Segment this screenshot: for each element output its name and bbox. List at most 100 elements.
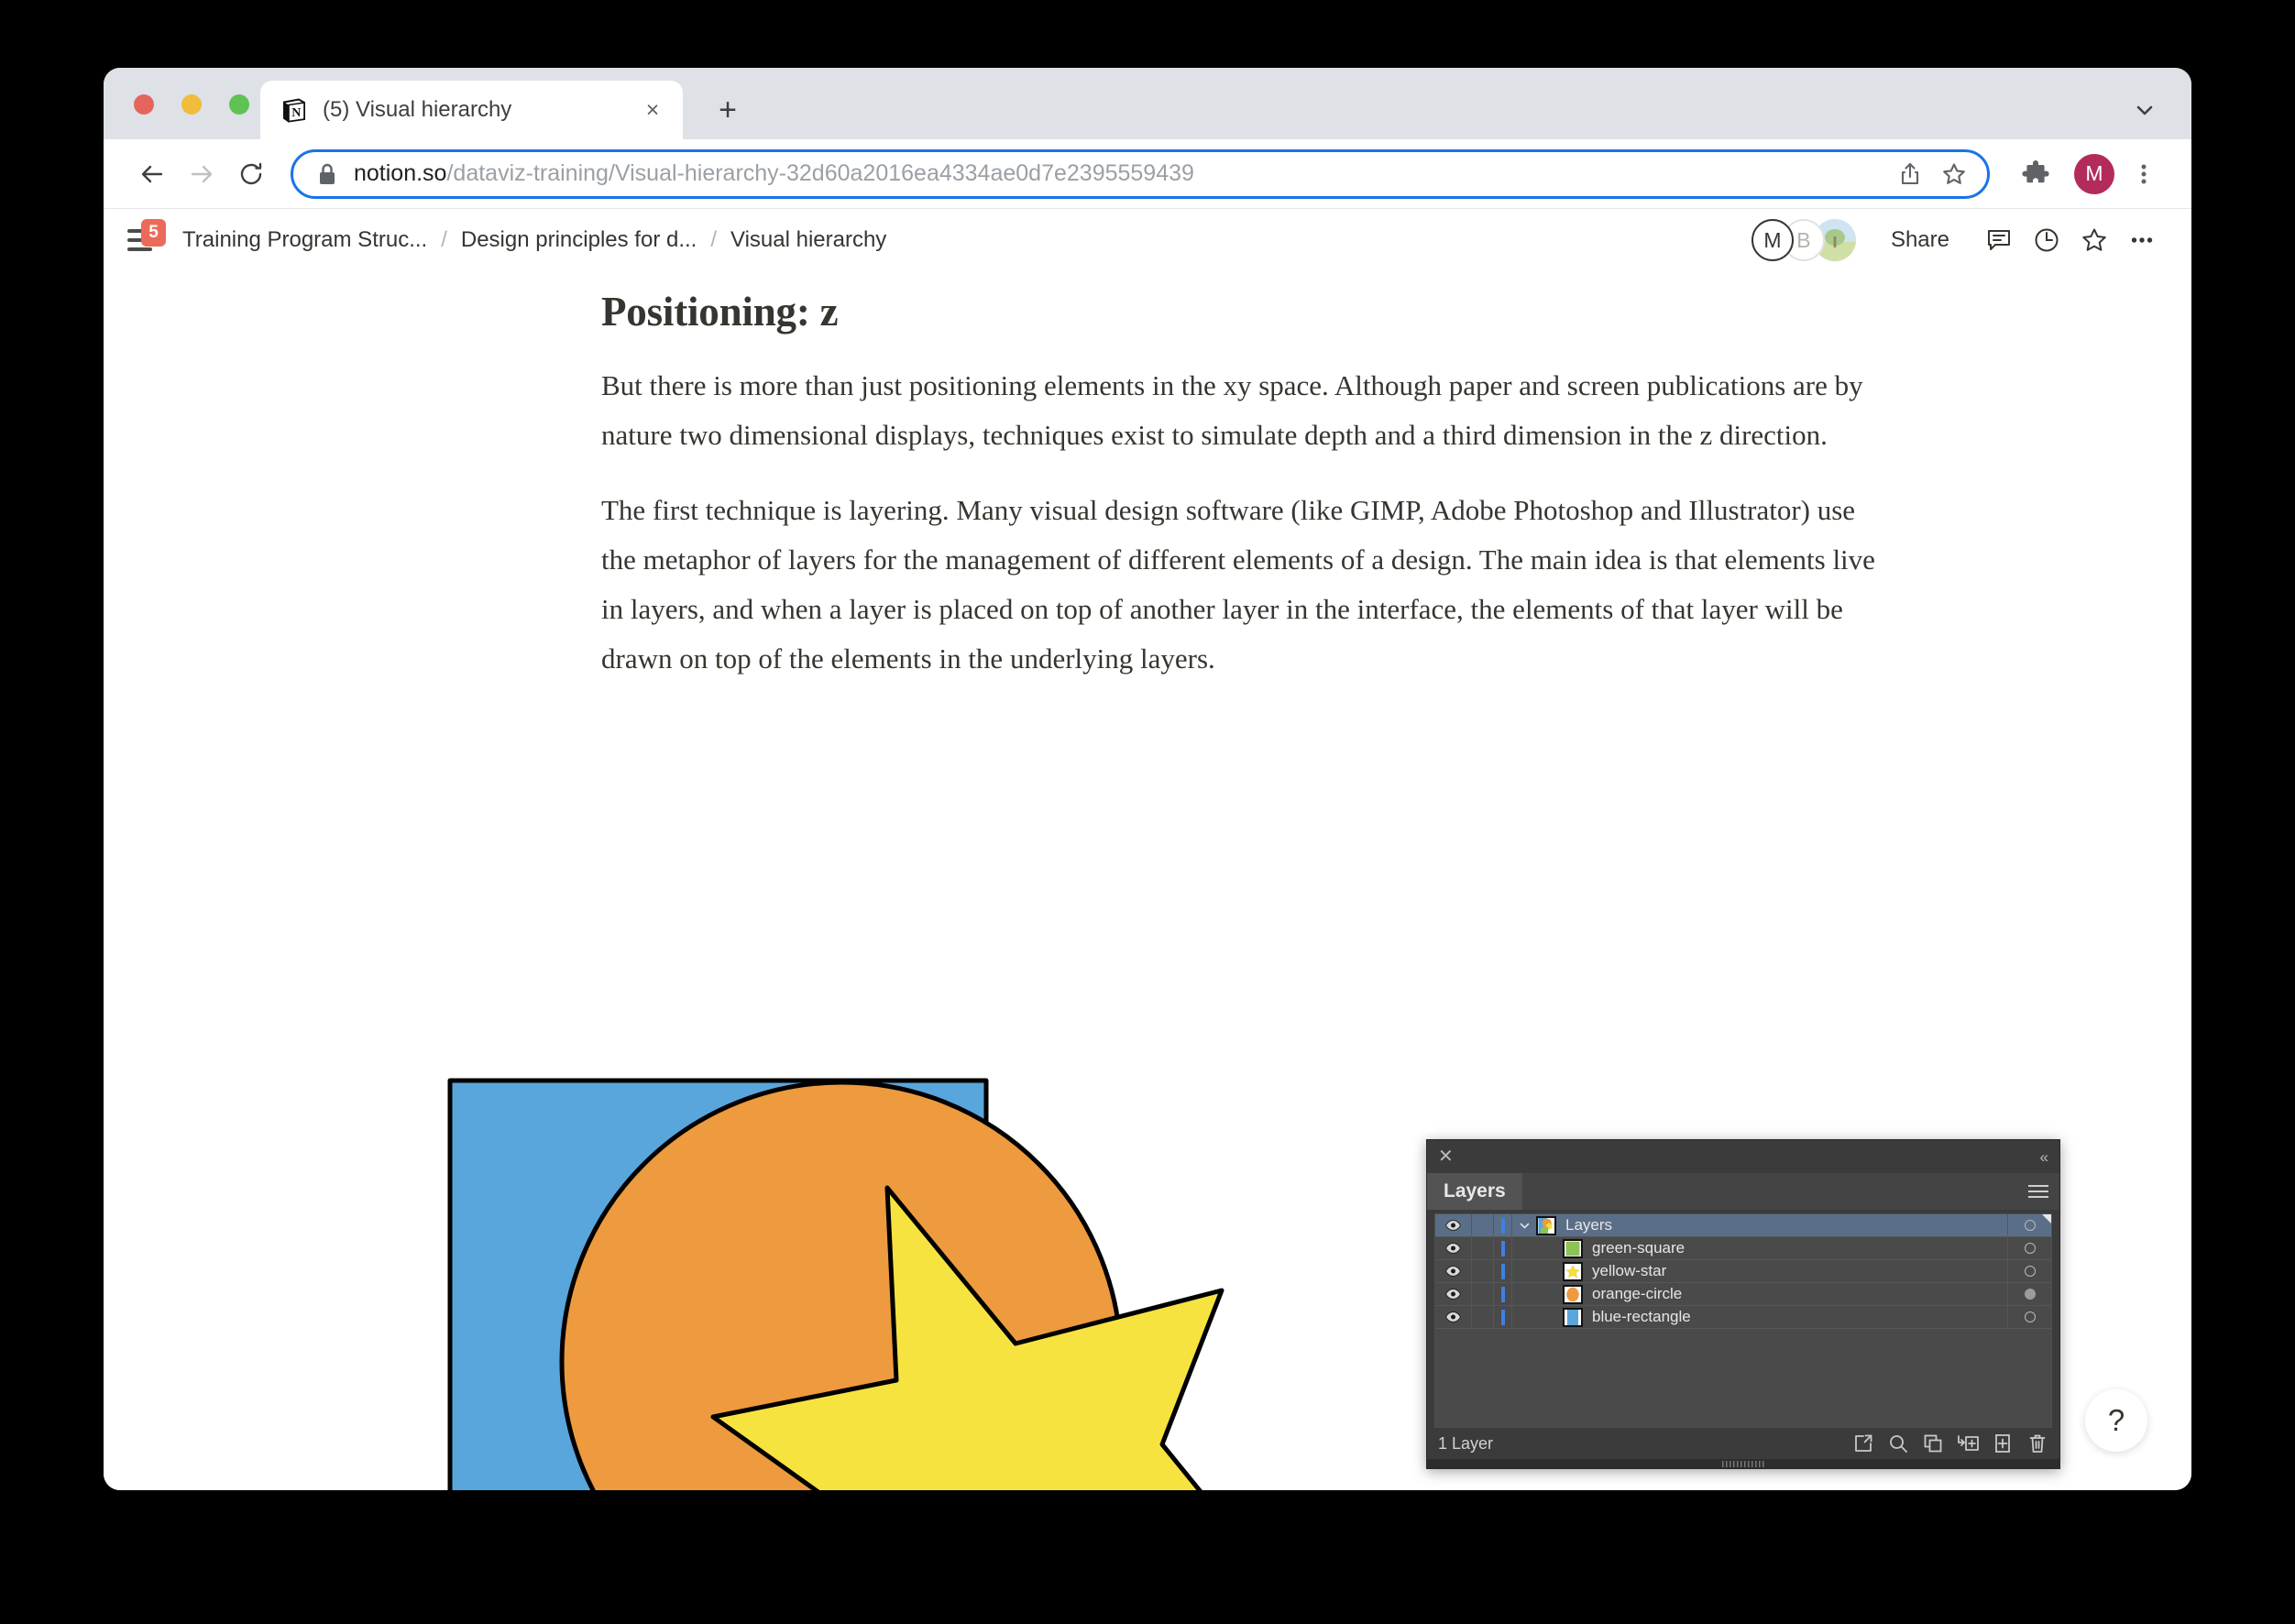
breadcrumb-separator: / <box>441 227 447 252</box>
layer-color-bar <box>1494 1260 1512 1282</box>
help-button[interactable]: ? <box>2085 1389 2147 1452</box>
delete-layer-icon[interactable] <box>2026 1432 2048 1454</box>
share-button[interactable]: Share <box>1880 222 1960 258</box>
breadcrumb: Training Program Struc... / Design princ… <box>177 224 892 257</box>
layers-panel-footer: 1 Layer <box>1427 1428 2059 1459</box>
visibility-eye-icon[interactable] <box>1435 1283 1472 1305</box>
resize-grip[interactable] <box>1427 1459 2059 1468</box>
browser-tab[interactable]: N (5) Visual hierarchy × <box>260 81 683 139</box>
new-tab-button[interactable]: + <box>708 91 747 129</box>
layers-panel-tabbar: Layers <box>1427 1173 2059 1210</box>
layer-row[interactable]: Layers <box>1435 1214 2051 1237</box>
notion-top-bar: 5 Training Program Struc... / Design pri… <box>104 209 2191 271</box>
layer-name-label: blue-rectangle <box>1592 1308 1691 1325</box>
layer-row[interactable]: orange-circle <box>1435 1283 2051 1306</box>
sidebar-toggle-hamburger-menu-icon[interactable]: 5 <box>127 219 166 256</box>
page-content: Positioning: z But there is more than ju… <box>104 271 2191 1490</box>
layer-thumbnail <box>1563 1284 1583 1304</box>
close-icon[interactable]: ✕ <box>1438 1147 1454 1166</box>
address-bar[interactable]: notion.so/dataviz-training/Visual-hierar… <box>291 148 1990 199</box>
window-close-button[interactable] <box>134 94 154 115</box>
breadcrumb-item-0[interactable]: Training Program Struc... <box>177 224 433 257</box>
lock-toggle-cell[interactable] <box>1472 1306 1494 1328</box>
paragraph: But there is more than just positioning … <box>601 369 1863 451</box>
target-indicator[interactable] <box>2007 1306 2051 1328</box>
comment-icon[interactable] <box>1975 216 2023 264</box>
lock-toggle-cell[interactable] <box>1472 1283 1494 1305</box>
browser-tab-title: (5) Visual hierarchy <box>323 97 512 122</box>
visibility-eye-icon[interactable] <box>1435 1214 1472 1236</box>
layer-color-bar <box>1494 1237 1512 1259</box>
lock-toggle-cell[interactable] <box>1472 1260 1494 1282</box>
layer-name-label: green-square <box>1592 1239 1686 1256</box>
layer-color-bar <box>1494 1283 1512 1305</box>
address-bar-url: notion.so/dataviz-training/Visual-hierar… <box>354 160 1194 186</box>
layer-row[interactable]: yellow-star <box>1435 1260 2051 1283</box>
window-zoom-button[interactable] <box>229 94 249 115</box>
layer-color-bar <box>1494 1214 1512 1236</box>
target-indicator[interactable] <box>2007 1260 2051 1282</box>
duplicate-layer-icon[interactable] <box>1922 1432 1944 1454</box>
layer-color-bar <box>1494 1306 1512 1328</box>
target-indicator[interactable] <box>2007 1237 2051 1259</box>
puzzle-piece-icon[interactable] <box>2012 150 2059 198</box>
tab-close-icon[interactable]: × <box>637 94 668 126</box>
lock-icon <box>317 162 337 186</box>
breadcrumb-item-1[interactable]: Design principles for d... <box>456 224 702 257</box>
page-title: Positioning: z <box>601 289 839 335</box>
notion-logo-icon: N <box>280 96 308 124</box>
locate-object-icon[interactable] <box>1852 1432 1874 1454</box>
layer-name-label: yellow-star <box>1592 1262 1667 1279</box>
layers-list[interactable]: Layers green-square yellow-star orange-circ… <box>1434 1213 2052 1428</box>
chevron-down-icon[interactable] <box>1512 1220 1536 1232</box>
three-dots-vertical-icon[interactable] <box>2120 150 2168 198</box>
more-options-icon[interactable] <box>2118 216 2166 264</box>
svg-text:N: N <box>291 106 301 120</box>
paragraph: The first technique is layering. Many vi… <box>601 494 1875 675</box>
lock-toggle-cell[interactable] <box>1472 1237 1494 1259</box>
visibility-eye-icon[interactable] <box>1435 1260 1472 1282</box>
layer-thumbnail <box>1563 1307 1583 1327</box>
topbar-actions: M B Share <box>1751 216 2166 264</box>
layer-thumbnail <box>1563 1261 1583 1281</box>
tab-layers[interactable]: Layers <box>1427 1173 1522 1210</box>
visibility-eye-icon[interactable] <box>1435 1306 1472 1328</box>
document-body: Positioning: z But there is more than ju… <box>601 271 1903 684</box>
avatar[interactable]: M <box>1751 219 1794 261</box>
visibility-eye-icon[interactable] <box>1435 1237 1472 1259</box>
layers-panel-tools <box>1852 1432 2048 1454</box>
collapse-panel-icon[interactable]: « <box>2040 1149 2048 1165</box>
layer-row[interactable]: blue-rectangle <box>1435 1306 2051 1329</box>
share-icon[interactable] <box>1888 152 1932 196</box>
layer-name-label: orange-circle <box>1592 1285 1683 1302</box>
window-controls <box>134 94 249 115</box>
panel-hamburger-menu-icon[interactable] <box>2017 1173 2059 1210</box>
layer-name-label: Layers <box>1565 1216 1613 1234</box>
favorite-star-icon[interactable] <box>2070 216 2118 264</box>
history-clock-icon[interactable] <box>2023 216 2070 264</box>
lock-toggle-cell[interactable] <box>1472 1214 1494 1236</box>
layer-count-label: 1 Layer <box>1438 1433 1494 1453</box>
new-sublayer-icon[interactable] <box>1957 1432 1979 1454</box>
notification-badge: 5 <box>141 219 166 247</box>
tab-strip: N (5) Visual hierarchy × + <box>104 68 2191 139</box>
browser-window: N (5) Visual hierarchy × + notion.so/dat… <box>104 68 2191 1490</box>
layered-shapes-illustration <box>447 1078 1419 1490</box>
window-minimize-button[interactable] <box>181 94 202 115</box>
bookmark-star-icon[interactable] <box>1932 152 1976 196</box>
layers-panel-titlebar: ✕ « <box>1427 1140 2059 1173</box>
breadcrumb-separator: / <box>710 227 717 252</box>
browser-profile-avatar[interactable]: M <box>2074 153 2114 194</box>
reload-icon[interactable] <box>226 149 276 199</box>
layer-thumbnail <box>1536 1215 1556 1235</box>
search-icon[interactable] <box>1887 1432 1909 1454</box>
collaborator-avatars[interactable]: M B <box>1751 219 1856 261</box>
new-layer-icon[interactable] <box>1992 1432 2014 1454</box>
forward-arrow-icon[interactable] <box>177 149 226 199</box>
breadcrumb-item-2[interactable]: Visual hierarchy <box>725 224 892 257</box>
back-arrow-icon[interactable] <box>127 149 177 199</box>
tab-list-chevron-down-icon[interactable] <box>2127 93 2162 127</box>
target-indicator[interactable] <box>2007 1283 2051 1305</box>
selection-corner-marker <box>2042 1214 2051 1223</box>
layer-row[interactable]: green-square <box>1435 1237 2051 1260</box>
